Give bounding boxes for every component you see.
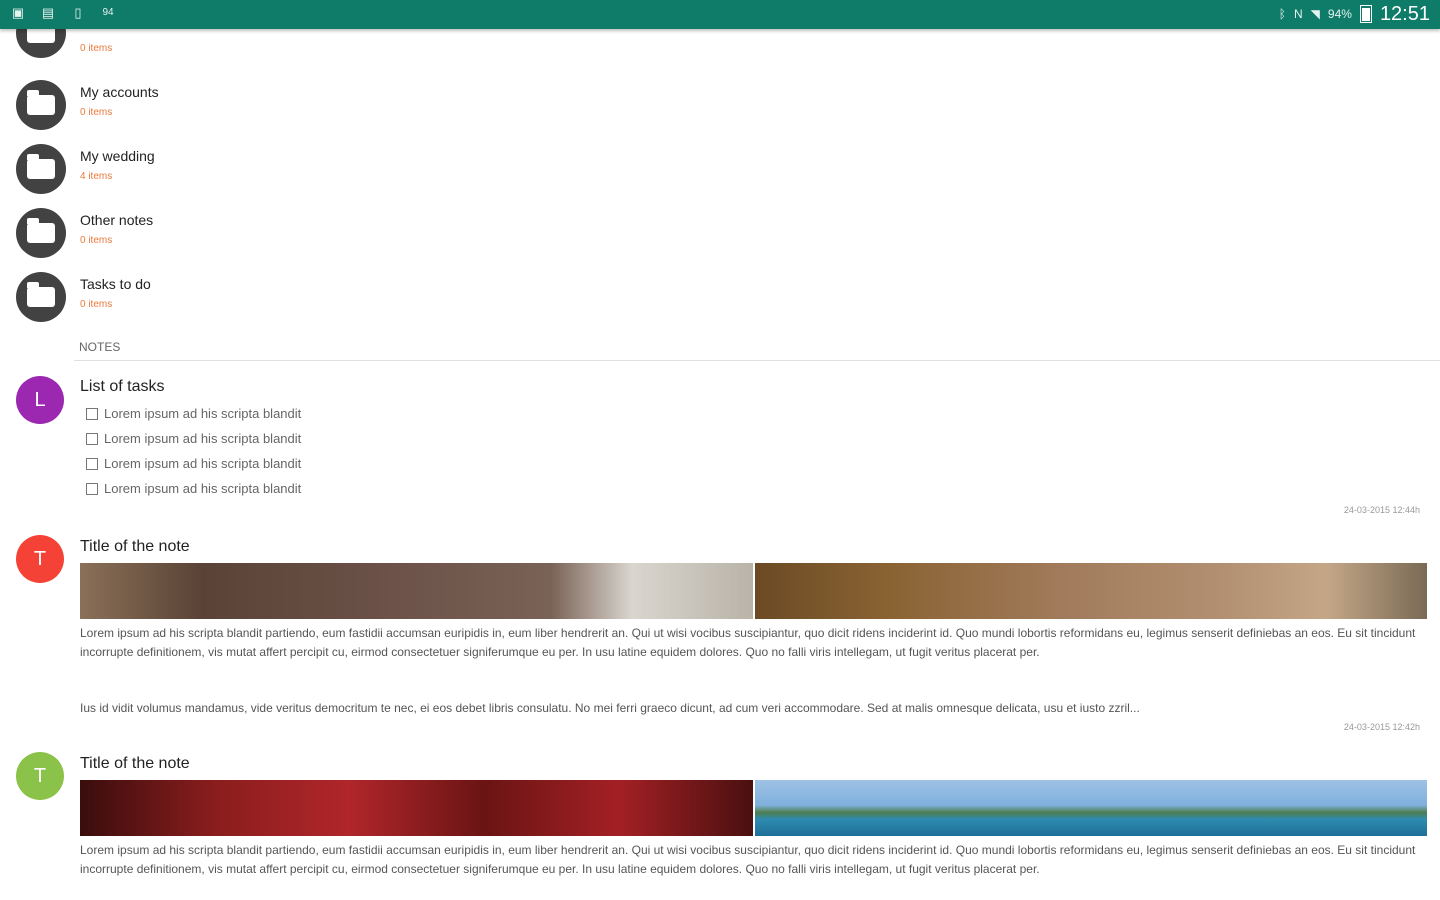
- note-image[interactable]: [80, 780, 753, 836]
- wifi-icon: ◥: [1310, 7, 1320, 21]
- gallery-icon: ▤: [41, 5, 55, 20]
- section-label: NOTES: [79, 340, 121, 354]
- folder-count: 0 items: [80, 43, 113, 54]
- task-item[interactable]: Lorem ipsum ad his scripta blandit: [86, 456, 301, 471]
- folder-title: My accounts: [80, 84, 159, 100]
- checkbox-icon[interactable]: [86, 432, 98, 445]
- nfc-icon: N: [1294, 7, 1303, 21]
- task-item[interactable]: Lorem ipsum ad his scripta blandit: [86, 481, 301, 496]
- task-label: Lorem ipsum ad his scripta blandit: [104, 481, 302, 496]
- clock: 12:51: [1379, 3, 1430, 25]
- note-avatar: T: [16, 535, 64, 583]
- checkbox-icon[interactable]: [86, 457, 98, 470]
- note-title: Title of the note: [80, 538, 190, 555]
- note-title: List of tasks: [80, 378, 165, 395]
- screenshot-icon: ▣: [11, 5, 25, 20]
- battery-icon: [1359, 5, 1372, 23]
- folder-icon: [16, 208, 66, 258]
- folder-row[interactable]: Tasks to do 0 items: [0, 269, 1440, 333]
- status-bar-right: ᛒ N ◥ 94% 12:51: [1279, 3, 1430, 25]
- folder-row[interactable]: Other notes 0 items: [0, 205, 1440, 269]
- note-image[interactable]: [80, 563, 753, 619]
- status-bar: ▣ ▤ ▯ 94 ᛒ N ◥ 94% 12:51: [0, 0, 1440, 29]
- checkbox-icon[interactable]: [86, 407, 98, 420]
- notification-count: 94: [102, 7, 114, 18]
- note-timestamp: 24-03-2015 12:44h: [1343, 505, 1420, 515]
- note-body: Lorem ipsum ad his scripta blandit parti…: [80, 626, 1416, 659]
- folder-count: 0 items: [80, 107, 113, 118]
- note-timestamp: 24-03-2015 12:42h: [1343, 722, 1420, 732]
- folder-count: 4 items: [80, 171, 113, 182]
- folder-icon: [16, 272, 66, 322]
- folder-row[interactable]: My accounts 0 items: [0, 77, 1440, 141]
- folder-count: 0 items: [80, 235, 113, 246]
- task-item[interactable]: Lorem ipsum ad his scripta blandit: [86, 406, 301, 421]
- folder-title: Tasks to do: [80, 276, 151, 292]
- task-label: Lorem ipsum ad his scripta blandit: [104, 431, 302, 446]
- folder-icon: [16, 144, 66, 194]
- note-avatar: T: [16, 752, 64, 800]
- note-body: Lorem ipsum ad his scripta blandit parti…: [80, 843, 1416, 876]
- note-image[interactable]: [754, 563, 1427, 619]
- folder-title: My wedding: [80, 148, 155, 164]
- note-body: Ius id vidit volumus mandamus, vide veri…: [80, 701, 1140, 715]
- folder-title: Other notes: [80, 212, 154, 228]
- task-label: Lorem ipsum ad his scripta blandit: [104, 456, 302, 471]
- checkbox-icon[interactable]: [86, 482, 98, 495]
- divider: [74, 360, 1440, 361]
- note-image[interactable]: [754, 780, 1427, 836]
- sim-icon: ▯: [74, 5, 82, 20]
- note-images: [80, 780, 1427, 836]
- folder-count: 0 items: [80, 299, 113, 310]
- folder-row[interactable]: My wedding 4 items: [0, 141, 1440, 205]
- note-images: [80, 563, 1427, 619]
- battery-percent: 94%: [1327, 7, 1352, 21]
- task-label: Lorem ipsum ad his scripta blandit: [104, 406, 302, 421]
- note-title: Title of the note: [80, 755, 190, 772]
- task-item[interactable]: Lorem ipsum ad his scripta blandit: [86, 431, 301, 446]
- folder-icon: [16, 80, 66, 130]
- status-bar-left: ▣ ▤ ▯ 94: [8, 4, 118, 22]
- note-avatar: L: [16, 376, 64, 424]
- bluetooth-icon: ᛒ: [1278, 7, 1286, 21]
